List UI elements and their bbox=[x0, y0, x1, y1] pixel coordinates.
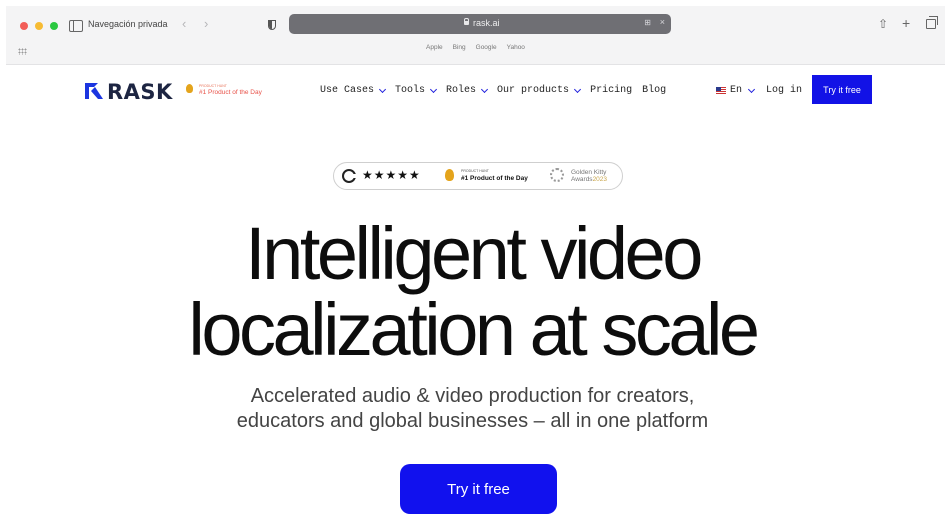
zoom-window-button[interactable] bbox=[50, 22, 58, 30]
nav-item-use-cases[interactable]: Use Cases bbox=[320, 85, 387, 96]
nav-item-pricing[interactable]: Pricing bbox=[590, 85, 632, 96]
favorite-link[interactable]: Yahoo bbox=[507, 44, 525, 51]
hero-title: Intelligent video localization at scale bbox=[0, 216, 945, 368]
chevron-down-icon bbox=[747, 85, 756, 93]
address-bar[interactable]: rask.ai ⊞ × bbox=[289, 14, 671, 34]
award-overline: PRODUCT HUNT bbox=[461, 169, 489, 173]
login-link[interactable]: Log in bbox=[766, 85, 802, 96]
badge-overline: PRODUCT HUNT bbox=[199, 84, 227, 88]
laurel-icon bbox=[550, 168, 564, 182]
hero-subtitle-line2: educators and global businesses – all in… bbox=[236, 410, 709, 432]
chevron-down-icon bbox=[378, 85, 387, 93]
nav-item-roles[interactable]: Roles bbox=[446, 85, 489, 96]
awards-badge: ★★★★★ PRODUCT HUNT #1 Product of the Day… bbox=[333, 162, 623, 190]
language-label: En bbox=[730, 85, 743, 96]
grid-icon[interactable] bbox=[18, 48, 27, 55]
nav-item-blog[interactable]: Blog bbox=[642, 85, 666, 96]
award-title: #1 Product of the Day bbox=[461, 175, 528, 182]
nav-label: Tools bbox=[395, 85, 426, 96]
share-icon[interactable]: ⇧ bbox=[878, 17, 888, 31]
hero-title-line1: Intelligent video bbox=[245, 212, 703, 295]
tab-overview-icon[interactable] bbox=[926, 16, 938, 29]
favorite-link[interactable]: Bing bbox=[453, 44, 466, 51]
close-window-button[interactable] bbox=[20, 22, 28, 30]
browser-toolbar: Navegación privada ‹ › rask.ai ⊞ × ⇧ + A… bbox=[6, 6, 945, 65]
try-it-free-header-button[interactable]: Try it free bbox=[812, 75, 872, 104]
nav-item-our-products[interactable]: Our products bbox=[497, 85, 582, 96]
medal-icon bbox=[445, 169, 454, 181]
window-controls bbox=[20, 22, 58, 30]
close-icon[interactable]: × bbox=[660, 17, 665, 27]
nav-label: Roles bbox=[446, 85, 477, 96]
hero-subtitle: Accelerated audio & video production for… bbox=[0, 384, 945, 434]
medal-icon bbox=[186, 84, 193, 93]
g2-logo-icon bbox=[342, 169, 357, 183]
main-nav: Use Cases Tools Roles Our products Prici… bbox=[320, 85, 666, 96]
nav-label: Blog bbox=[642, 85, 667, 96]
us-flag-icon bbox=[716, 87, 726, 94]
golden-kitty-award: Golden Kitty Awards2023 bbox=[571, 169, 607, 183]
sidebar-icon[interactable] bbox=[69, 20, 83, 32]
private-browsing-label: Navegación privada bbox=[88, 19, 168, 29]
new-tab-icon[interactable]: + bbox=[902, 15, 910, 31]
rating-stars: ★★★★★ bbox=[362, 168, 421, 182]
kitty-line1: Golden Kitty bbox=[571, 169, 607, 176]
chevron-down-icon bbox=[574, 85, 582, 93]
minimize-window-button[interactable] bbox=[35, 22, 43, 30]
language-selector[interactable]: En bbox=[716, 85, 756, 96]
url-text[interactable]: rask.ai bbox=[473, 18, 500, 28]
hero-subtitle-line1: Accelerated audio & video production for… bbox=[250, 385, 695, 407]
favorite-link[interactable]: Google bbox=[476, 44, 497, 51]
lock-icon bbox=[464, 18, 469, 25]
nav-label: Our products bbox=[497, 85, 570, 96]
favorites-bar: Apple Bing Google Yahoo bbox=[426, 44, 525, 51]
rask-logo-icon[interactable] bbox=[85, 83, 103, 99]
privacy-shield-icon[interactable] bbox=[268, 20, 276, 30]
favorite-link[interactable]: Apple bbox=[426, 44, 443, 51]
translate-icon[interactable]: ⊞ bbox=[644, 18, 651, 27]
kitty-year: 2023 bbox=[592, 176, 608, 183]
forward-arrow-icon[interactable]: › bbox=[204, 16, 208, 31]
nav-item-tools[interactable]: Tools bbox=[395, 85, 438, 96]
chevron-down-icon bbox=[429, 85, 438, 93]
try-it-free-hero-button[interactable]: Try it free bbox=[400, 464, 557, 514]
logo-wordmark[interactable]: RASK bbox=[107, 80, 173, 104]
chevron-down-icon bbox=[481, 85, 489, 93]
kitty-line2: Awards bbox=[571, 176, 593, 183]
nav-label: Use Cases bbox=[320, 85, 375, 96]
site-header: RASK PRODUCT HUNT #1 Product of the Day … bbox=[6, 64, 945, 120]
nav-label: Pricing bbox=[590, 85, 633, 96]
badge-title: #1 Product of the Day bbox=[199, 89, 262, 96]
back-arrow-icon[interactable]: ‹ bbox=[182, 16, 186, 31]
hero-title-line2: localization at scale bbox=[188, 288, 760, 371]
